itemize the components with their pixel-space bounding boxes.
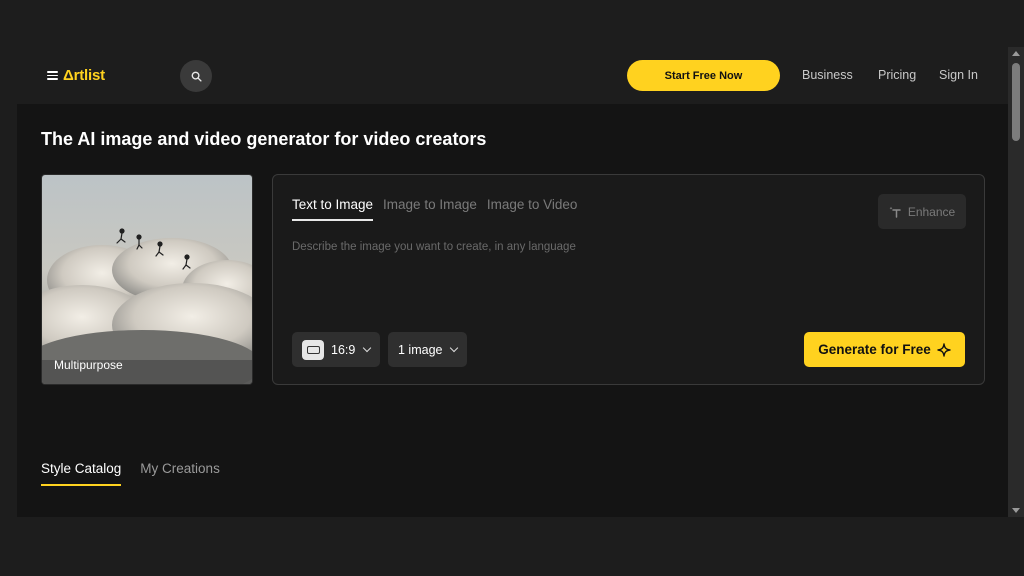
- page-frame: Δrtlist Start Free Now Business Pricing …: [17, 47, 1008, 517]
- hamburger-icon: [47, 71, 58, 80]
- prompt-input[interactable]: [292, 235, 852, 259]
- top-header: Δrtlist Start Free Now Business Pricing …: [17, 47, 1008, 104]
- tab-style-catalog[interactable]: Style Catalog: [41, 461, 122, 486]
- preset-card-multipurpose[interactable]: Multipurpose: [41, 174, 253, 385]
- catalog-tabs: Style Catalog My Creations: [41, 461, 220, 486]
- scroll-thumb[interactable]: [1012, 63, 1020, 141]
- nav-sign-in-link[interactable]: Sign In: [939, 68, 978, 82]
- nav-business-link[interactable]: Business: [802, 68, 853, 82]
- page-title: The AI image and video generator for vid…: [41, 129, 487, 149]
- chevron-down-icon: [363, 343, 372, 353]
- aspect-ratio-icon: [302, 339, 324, 360]
- search-button[interactable]: [180, 60, 212, 92]
- artlist-logo[interactable]: Δrtlist: [63, 67, 105, 84]
- chevron-down-icon: [450, 343, 459, 353]
- aspect-ratio-select[interactable]: 16:9: [292, 332, 381, 367]
- scroll-down-arrow-icon[interactable]: [1012, 508, 1020, 513]
- tab-text-to-image[interactable]: Text to Image: [292, 197, 374, 221]
- enhance-button[interactable]: Enhance: [878, 194, 966, 229]
- image-count-select[interactable]: 1 image: [388, 332, 468, 367]
- scroll-up-arrow-icon[interactable]: [1012, 51, 1020, 56]
- generate-button[interactable]: Generate for Free: [804, 332, 965, 367]
- tab-image-to-video[interactable]: Image to Video: [487, 197, 578, 221]
- image-count-value: 1 image: [398, 342, 443, 357]
- generator-panel: Text to Image Image to Image Image to Vi…: [272, 174, 985, 385]
- scrollbar[interactable]: [1008, 47, 1024, 517]
- preset-label: Multipurpose: [54, 358, 123, 372]
- menu-button[interactable]: Δrtlist: [47, 67, 105, 84]
- start-free-now-button[interactable]: Start Free Now: [627, 60, 780, 91]
- enhance-icon: [889, 206, 901, 218]
- search-icon: [191, 71, 202, 82]
- tab-image-to-image[interactable]: Image to Image: [383, 197, 477, 221]
- preset-image: [42, 175, 252, 384]
- tab-my-creations[interactable]: My Creations: [140, 461, 220, 486]
- generator-tabs: Text to Image Image to Image Image to Vi…: [292, 197, 577, 221]
- aspect-ratio-value: 16:9: [331, 342, 356, 357]
- generate-label: Generate for Free: [818, 342, 931, 357]
- enhance-label: Enhance: [907, 204, 956, 219]
- nav-pricing-link[interactable]: Pricing: [878, 68, 916, 82]
- sparkle-icon: [937, 342, 951, 357]
